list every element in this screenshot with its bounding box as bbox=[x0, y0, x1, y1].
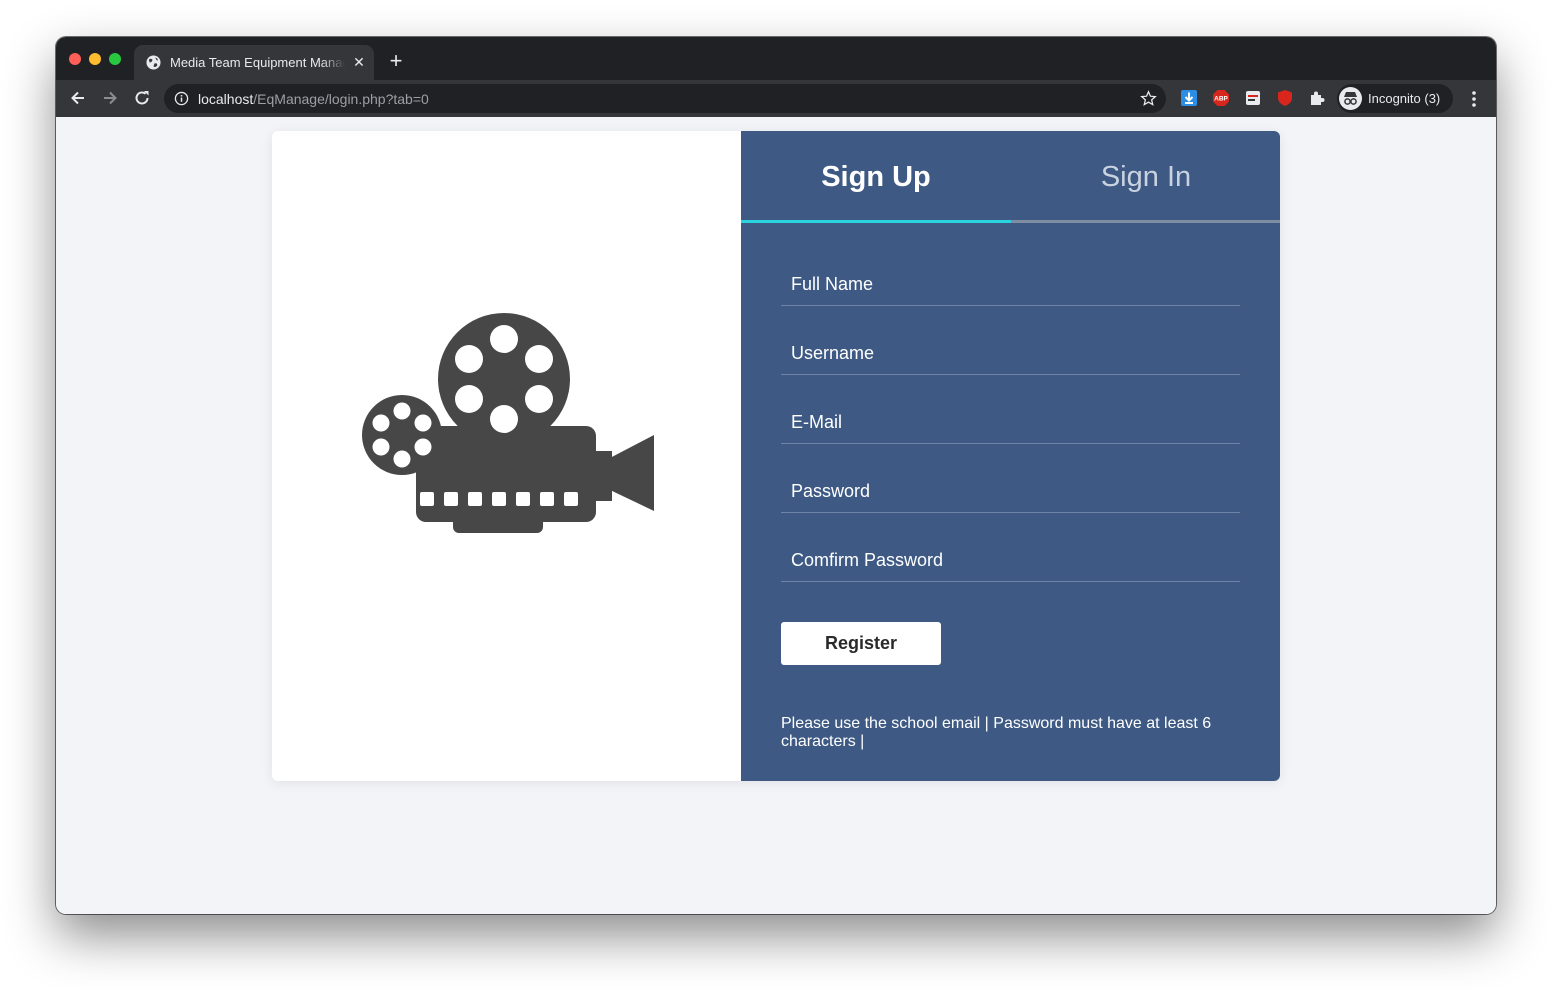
tab-title: Media Team Equipment Management bbox=[170, 55, 345, 71]
globe-icon bbox=[146, 55, 161, 70]
download-extension-icon[interactable] bbox=[1180, 89, 1198, 107]
back-icon[interactable] bbox=[68, 88, 88, 108]
abp-label: ABP bbox=[1214, 96, 1228, 103]
forward-icon[interactable] bbox=[100, 88, 120, 108]
new-tab-button[interactable]: + bbox=[386, 50, 406, 72]
confirm-password-field-wrapper bbox=[781, 539, 1240, 582]
email-field[interactable] bbox=[781, 401, 1240, 443]
movie-camera-icon bbox=[362, 313, 654, 533]
password-field[interactable] bbox=[781, 470, 1240, 512]
browser-toolbar: localhost/EqManage/login.php?tab=0 ABP I… bbox=[56, 80, 1496, 117]
full-name-field-wrapper bbox=[781, 263, 1240, 306]
confirm-password-field[interactable] bbox=[781, 539, 1240, 581]
tab-sign-in[interactable]: Sign In bbox=[1011, 131, 1280, 224]
username-field[interactable] bbox=[781, 332, 1240, 374]
full-name-field[interactable] bbox=[781, 263, 1240, 305]
url-path: /EqManage/login.php?tab=0 bbox=[253, 91, 429, 107]
url-text[interactable]: localhost/EqManage/login.php?tab=0 bbox=[198, 91, 429, 107]
puzzle-extensions-icon[interactable] bbox=[1308, 89, 1326, 107]
window-minimize-button[interactable] bbox=[89, 53, 101, 65]
incognito-profile-button[interactable]: Incognito (3) bbox=[1337, 84, 1453, 113]
register-button[interactable]: Register bbox=[781, 622, 941, 665]
kebab-menu-icon[interactable] bbox=[1466, 89, 1482, 109]
window-maximize-button[interactable] bbox=[109, 53, 121, 65]
browser-tab[interactable]: Media Team Equipment Management ✕ bbox=[134, 45, 374, 80]
bookmark-star-icon[interactable] bbox=[1140, 90, 1157, 107]
incognito-icon bbox=[1339, 87, 1362, 110]
info-icon[interactable] bbox=[174, 91, 189, 106]
form-hint-text: Please use the school email | Password m… bbox=[781, 715, 1212, 750]
page-viewport: Sign Up Sign In Full Name Username E-Mai… bbox=[56, 117, 1496, 914]
reload-icon[interactable] bbox=[132, 88, 152, 108]
email-field-wrapper bbox=[781, 401, 1240, 444]
username-field-wrapper bbox=[781, 332, 1240, 375]
auth-tabs: Sign Up Sign In bbox=[741, 131, 1280, 224]
form-panel: Sign Up Sign In Full Name Username E-Mai… bbox=[741, 131, 1280, 781]
title-bar: Media Team Equipment Management ✕ + bbox=[56, 37, 1496, 80]
active-tab-indicator bbox=[741, 220, 1011, 223]
url-host: localhost bbox=[198, 91, 254, 107]
shield-extension-icon[interactable] bbox=[1276, 89, 1294, 107]
tab-sign-up[interactable]: Sign Up bbox=[741, 131, 1011, 224]
browser-window: Media Team Equipment Management ✕ + loca… bbox=[56, 37, 1496, 914]
page-extension-icon[interactable] bbox=[1244, 89, 1262, 107]
window-close-button[interactable] bbox=[69, 53, 81, 65]
password-field-wrapper bbox=[781, 470, 1240, 513]
illustration-panel bbox=[272, 131, 741, 781]
auth-card: Sign Up Sign In Full Name Username E-Mai… bbox=[272, 131, 1280, 781]
adblock-plus-icon[interactable]: ABP bbox=[1212, 89, 1230, 107]
tab-close-icon[interactable]: ✕ bbox=[352, 55, 366, 69]
incognito-label: Incognito (3) bbox=[1368, 91, 1441, 106]
address-bar[interactable]: localhost/EqManage/login.php?tab=0 bbox=[164, 84, 1166, 113]
